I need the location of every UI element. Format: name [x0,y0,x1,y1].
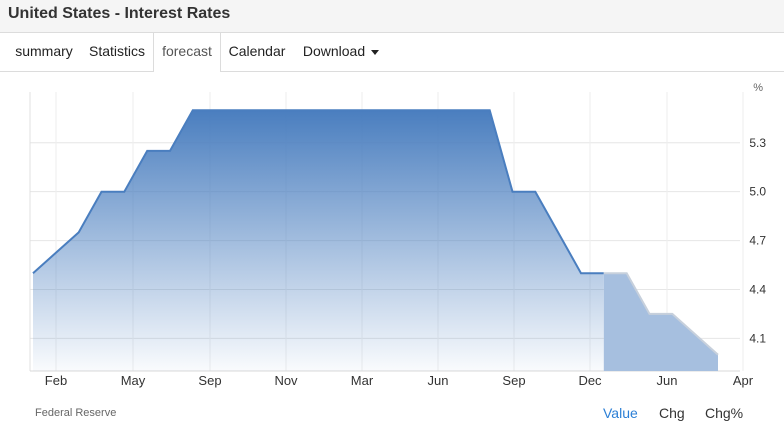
page-title: United States - Interest Rates [8,5,231,22]
x-tick-label: May [121,373,146,388]
x-tick-label: Jun [657,373,678,388]
x-tick-label: Jun [428,373,449,388]
y-tick-label: 5.3 [749,136,766,150]
title-bar: United States - Interest Rates [0,0,784,33]
x-tick-label: Mar [351,373,374,388]
download-label: Download [302,43,366,59]
x-tick-label: Nov [274,373,298,388]
actual-area [33,110,604,371]
x-tick-label: Dec [578,373,602,388]
chg-percent-option[interactable]: Chg% [705,405,743,421]
y-tick-label: 5.0 [749,185,766,199]
caret-down-icon [371,49,380,55]
tab-statistics[interactable]: Statistics [84,33,150,71]
download-dropdown[interactable]: Download [298,33,384,71]
source-label: Federal Reserve [35,407,117,419]
tab-summary[interactable]: summary [8,33,80,71]
tab-calendar[interactable]: Calendar [224,33,290,71]
tab-forecast[interactable]: forecast [153,33,221,72]
y-tick-label: 4.1 [749,331,766,345]
forecast-area [603,273,718,371]
y-axis-unit-label: % [753,82,763,94]
x-tick-label: Sep [198,373,221,388]
x-tick-label: Feb [45,373,67,388]
chart-area: 4.1 4.4 4.7 5.0 5.3% Feb May Sep Nov Mar Jun Sep Dec… [0,72,784,442]
y-tick-label: 4.7 [749,234,766,248]
y-tick-label: 4.4 [749,282,766,296]
interest-rate-chart: 4.1 4.4 4.7 5.0 5.3% Feb May Sep Nov Mar Jun Sep Dec… [29,82,766,388]
tab-bar: summary Statistics forecast Calendar Dow… [0,33,784,72]
value-option[interactable]: Value [603,405,638,421]
chg-option[interactable]: Chg [659,405,685,421]
x-tick-label: Sep [502,373,525,388]
x-tick-label: Apr [733,373,754,388]
